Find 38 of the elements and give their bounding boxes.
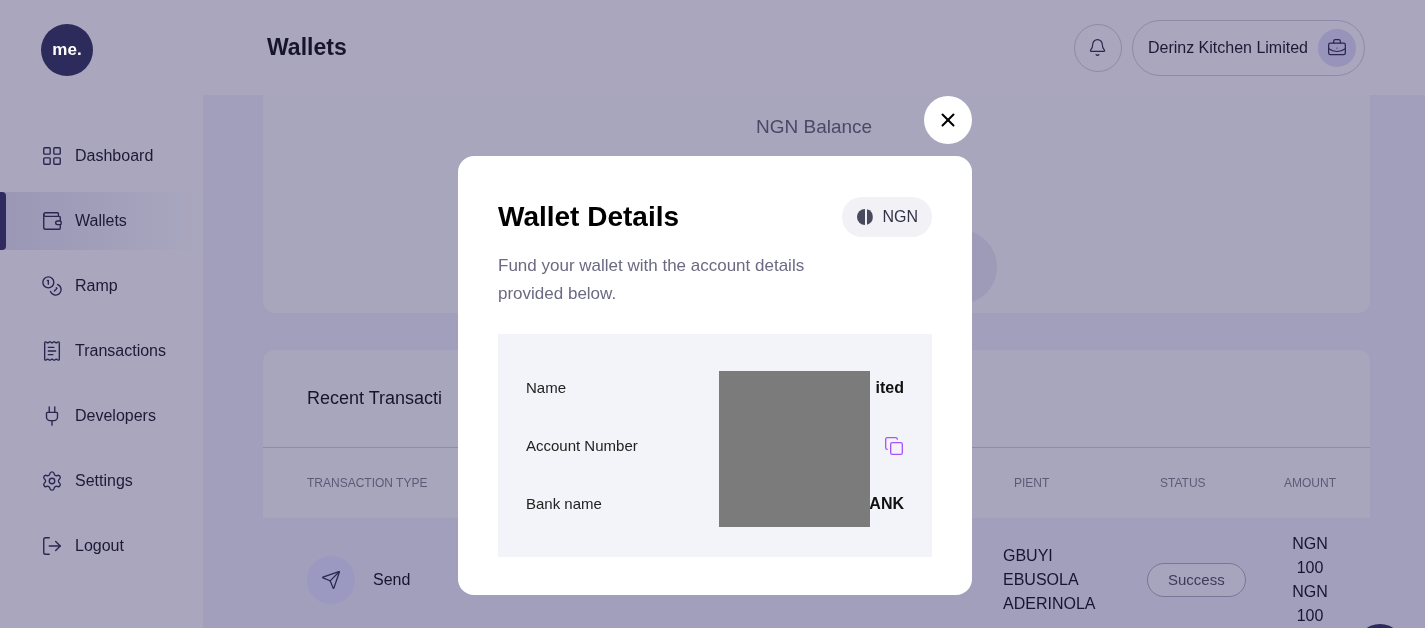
- detail-label: Name: [526, 377, 566, 398]
- briefcase-icon: [1318, 28, 1356, 67]
- sidebar-item[interactable]: Settings: [0, 452, 200, 510]
- sidebar-item[interactable]: Logout: [0, 517, 200, 575]
- sidebar-item[interactable]: Developers: [0, 387, 200, 445]
- modal-description: Fund your wallet with the account details provided below.: [498, 255, 806, 305]
- balance-label: NGN Balance: [756, 115, 873, 139]
- column-header: PIENT: [1013, 475, 1051, 492]
- detail-value: ited: [875, 378, 904, 398]
- receipt-icon: [41, 340, 63, 362]
- bell-icon: [1088, 38, 1108, 57]
- table-cell-text: NGN 100 NGN 100: [1291, 534, 1329, 626]
- sidebar-item[interactable]: Dashboard: [0, 127, 200, 185]
- table-cell-text: GBUYI EBUSOLA ADERINOLA: [1002, 546, 1097, 614]
- account-name: Derinz Kitchen Limited: [1147, 37, 1308, 58]
- detail-value: ANK: [869, 494, 904, 514]
- sidebar-item[interactable]: Ramp: [0, 257, 200, 315]
- detail-label: Account Number: [526, 435, 638, 456]
- table-cell-text: Send: [373, 570, 411, 590]
- column-header: STATUS: [1159, 475, 1207, 492]
- detail-label: Bank name: [526, 493, 602, 514]
- logo: me.: [41, 24, 93, 76]
- copy-icon[interactable]: [884, 436, 904, 456]
- coins-icon: [41, 275, 63, 297]
- status-badge: Success: [1147, 562, 1246, 598]
- sidebar-item[interactable]: Transactions: [0, 322, 200, 380]
- modal-title: Wallet Details: [498, 200, 679, 234]
- page-title: Wallets: [267, 33, 347, 63]
- grid-icon: [41, 145, 63, 167]
- column-header: AMOUNT: [1283, 475, 1337, 492]
- wallet-icon: [41, 210, 63, 232]
- flag-icon: [856, 208, 875, 226]
- send-icon: [307, 556, 355, 604]
- card-title: Recent Transacti: [307, 387, 443, 410]
- logout-icon: [41, 535, 63, 557]
- currency-pill: NGN: [842, 197, 932, 237]
- settings-icon: [41, 470, 63, 492]
- column-header: TRANSACTION TYPE: [307, 475, 429, 492]
